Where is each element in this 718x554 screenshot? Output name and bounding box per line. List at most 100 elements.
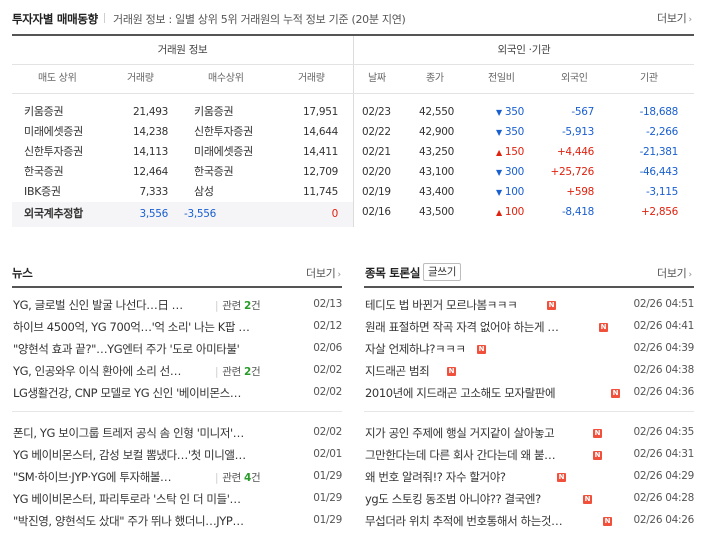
related-label: 관련 (222, 300, 241, 312)
new-badge-icon: N (599, 323, 608, 332)
related-divider: | (215, 300, 219, 312)
arrow-down-icon: ▼ (495, 188, 502, 197)
buy-broker-volume: 14,644 (303, 126, 338, 138)
discussion-post-date: 02/26 04:51 (633, 298, 694, 310)
col-institution: 기관 (640, 73, 658, 84)
header-divider (12, 93, 694, 94)
new-badge-icon: N (557, 473, 566, 482)
discussion-post-title[interactable]: yg도 스토킹 동조범 아니야?? 결국엔? (365, 491, 579, 507)
trade-date: 02/20 (362, 166, 391, 178)
discussion-post-title[interactable]: 자살 언제하냐?ㅋㅋㅋ (365, 341, 473, 357)
institution-net: -18,688 (639, 106, 679, 118)
discussion-post-title[interactable]: 무섭더라 위치 추적에 번호통해서 하는것… (365, 513, 599, 529)
news-item-title[interactable]: "박진영, 양현석도 샀대" 주가 뛰나 했더니…JYP… (13, 513, 281, 529)
related-news-link[interactable]: | 관련 2건 (215, 298, 261, 313)
buy-broker-name: 한국증권 (194, 165, 234, 178)
news-item-title[interactable]: YG 베이비몬스터, 파리투로라 '스탁 인 더 미들'… (13, 491, 281, 507)
discussion-post-date: 02/26 04:38 (633, 364, 694, 376)
col-sell-volume: 거래량 (127, 73, 154, 84)
news-item-date: 02/02 (313, 386, 342, 398)
col-foreign: 외국인 (561, 73, 588, 84)
related-count: 2 (244, 300, 252, 312)
foreign-net: -567 (571, 106, 594, 118)
sell-broker-volume: 14,113 (133, 146, 168, 158)
close-price: 43,100 (419, 166, 454, 178)
news-more-link[interactable]: 더보기 › (306, 265, 341, 281)
foreign-estimate-label: 외국계추정합 (24, 207, 83, 220)
more-label: 더보기 (657, 12, 687, 25)
price-change: ▼ 300 (478, 163, 524, 181)
close-price: 42,900 (419, 126, 454, 138)
related-unit: 건 (251, 366, 261, 378)
trading-more-link[interactable]: 더보기 › (657, 10, 692, 26)
discussion-post-title[interactable]: 원래 표절하면 작곡 자격 없어야 하는게 … (365, 319, 595, 335)
price-change-value: 350 (504, 126, 524, 138)
new-badge-icon: N (603, 517, 612, 526)
new-badge-icon: N (447, 367, 456, 376)
news-item-title[interactable]: "양현석 효과 끝?"…YG엔터 주가 '도로 아미타불' (13, 341, 281, 357)
discussion-post-title[interactable]: 그만한다는데 다른 회사 간다는데 왜 붙… (365, 447, 589, 463)
discussion-post-title[interactable]: 2010년에 지드래곤 고소해도 모자랄판에 (365, 385, 607, 401)
buy-broker-name: 신한투자증권 (194, 125, 253, 138)
foreign-net: -5,913 (561, 126, 594, 138)
related-label: 관련 (222, 366, 241, 378)
news-item-title[interactable]: "SM·하이브·JYP·YG에 투자해볼… (13, 469, 213, 485)
news-item-title[interactable]: 하이브 4500억, YG 700억…'억 소리' 나는 K팝 … (13, 319, 281, 335)
buy-broker-volume: 17,951 (303, 106, 338, 118)
news-group-divider (12, 411, 342, 412)
col-buy-top: 매수상위 (208, 73, 244, 84)
chevron-right-icon: › (688, 15, 692, 25)
col-buy-volume: 거래량 (298, 73, 325, 84)
institution-net: -46,443 (639, 166, 679, 178)
news-header-line (12, 286, 342, 288)
write-post-button[interactable]: 글쓰기 (423, 263, 462, 281)
related-unit: 건 (251, 300, 261, 312)
col-close: 종가 (426, 73, 444, 84)
sell-broker-name: 신한투자증권 (24, 145, 83, 158)
related-label: 관련 (222, 472, 241, 484)
discussion-post-date: 02/26 04:31 (633, 448, 694, 460)
close-price: 42,550 (419, 106, 454, 118)
related-news-link[interactable]: | 관련 2건 (215, 364, 261, 379)
close-price: 43,400 (419, 186, 454, 198)
new-badge-icon: N (583, 495, 592, 504)
news-item-date: 02/13 (313, 298, 342, 310)
sell-broker-name: IBK증권 (24, 185, 61, 198)
discussion-more-link[interactable]: 더보기 › (657, 265, 692, 281)
news-item-title[interactable]: YG 베이비몬스터, 감성 보컬 뽐냈다…'첫 미니앨… (13, 447, 281, 463)
discussion-post-title[interactable]: 지가 공인 주제에 행실 거지같이 살아놓고 (365, 425, 589, 441)
news-item-title[interactable]: YG, 인공와우 이식 환아에 소리 선… (13, 363, 213, 379)
discussion-post-title[interactable]: 테디도 법 바뀐거 모르나봄ㅋㅋㅋ (365, 297, 543, 313)
related-divider: | (215, 366, 219, 378)
price-change-value: 150 (504, 146, 524, 158)
discussion-post-date: 02/26 04:35 (633, 426, 694, 438)
trade-date: 02/19 (362, 186, 391, 198)
foreign-net: +4,446 (556, 146, 594, 158)
discussion-post-title[interactable]: 지드래곤 범죄 (365, 363, 443, 379)
arrow-up-icon: ▲ (495, 148, 502, 157)
buy-broker-name: 키움증권 (194, 105, 234, 118)
discussion-post-date: 02/26 04:26 (633, 514, 694, 526)
new-badge-icon: N (477, 345, 486, 354)
foreign-estimate-sell: 3,556 (139, 208, 168, 220)
price-change-value: 100 (504, 206, 524, 218)
new-badge-icon: N (593, 451, 602, 460)
discussion-group-divider (364, 411, 694, 412)
related-news-link[interactable]: | 관련 4건 (215, 470, 261, 485)
trade-date: 02/23 (362, 106, 391, 118)
sell-broker-name: 미래에셋증권 (24, 125, 83, 138)
price-change-value: 350 (504, 106, 524, 118)
close-price: 43,500 (419, 206, 454, 218)
new-badge-icon: N (611, 389, 620, 398)
buy-broker-name: 미래에셋증권 (194, 145, 253, 158)
foreign-estimate-row: 외국계추정합 3,556 -3,556 0 (12, 202, 353, 227)
chevron-right-icon: › (337, 270, 341, 280)
discussion-post-title[interactable]: 왜 번호 알려줘!? 자수 할거야? (365, 469, 553, 485)
trade-date: 02/16 (362, 206, 391, 218)
news-item-title[interactable]: LG생활건강, CNP 모델로 YG 신인 '베이비몬스… (13, 385, 281, 401)
news-item-date: 02/12 (313, 320, 342, 332)
sell-broker-name: 키움증권 (24, 105, 64, 118)
news-item-title[interactable]: YG, 글로벌 신인 발굴 나선다…日 … (13, 297, 213, 313)
more-label: 더보기 (306, 267, 336, 280)
news-item-title[interactable]: 폰디, YG 보이그룹 트레저 공식 솜 인형 '미니저'… (13, 425, 281, 441)
